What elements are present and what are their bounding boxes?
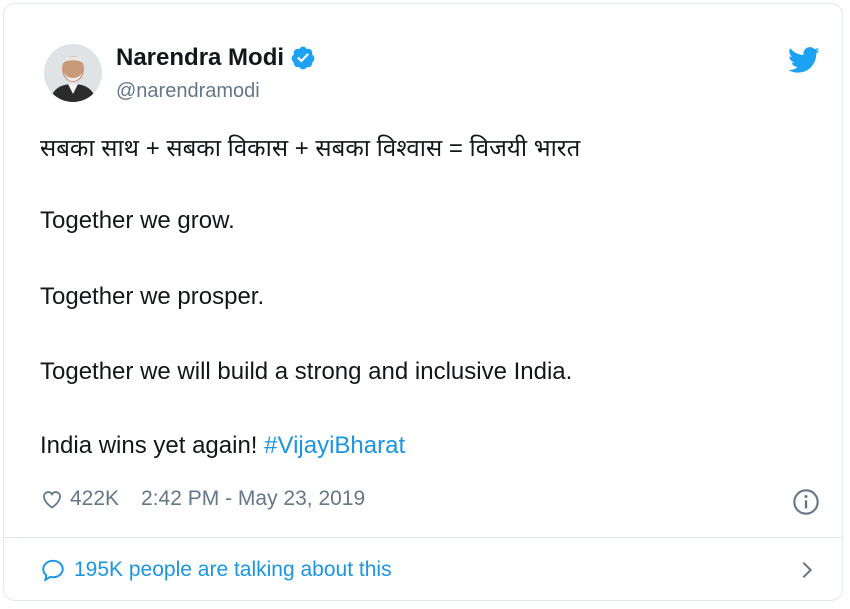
author-handle[interactable]: @narendramodi [116,80,260,103]
talking-text: 195K people are talking about this [74,558,392,581]
info-icon[interactable] [792,488,820,516]
tweet-text-last: India wins yet again! [40,432,258,459]
tweet-text-hindi: सबका साथ + सबका विकास + सबका विश्वास = व… [40,135,581,162]
avatar[interactable] [44,44,102,102]
author-name[interactable]: Narendra Modi [116,44,284,72]
tweet-text-line-3: Together we will build a strong and incl… [40,358,573,385]
twitter-bird-icon[interactable] [788,44,820,76]
author-row: Narendra Modi [116,44,316,72]
tweet-text-line-4: India wins yet again! #VijayiBharat [40,432,405,460]
like-count[interactable]: 422K [70,487,119,511]
tweet-meta: 422K 2:42 PM - May 23, 2019 [40,487,365,511]
avatar-image [44,44,102,102]
tweet-text-line-2: Together we prosper. [40,283,265,310]
heart-icon[interactable] [40,487,64,511]
divider [4,537,842,538]
chevron-right-icon[interactable] [796,557,818,583]
hashtag-link[interactable]: #VijayiBharat [264,432,405,459]
speech-bubble-icon [42,559,64,582]
tweet-card: Narendra Modi @narendramodi सबका साथ + स… [3,3,843,601]
tweet-timestamp[interactable]: 2:42 PM - May 23, 2019 [141,487,365,511]
verified-badge-icon [291,46,315,70]
talking-link[interactable]: 195K people are talking about this [40,557,392,583]
tweet-text-line-1: Together we grow. [40,207,235,234]
